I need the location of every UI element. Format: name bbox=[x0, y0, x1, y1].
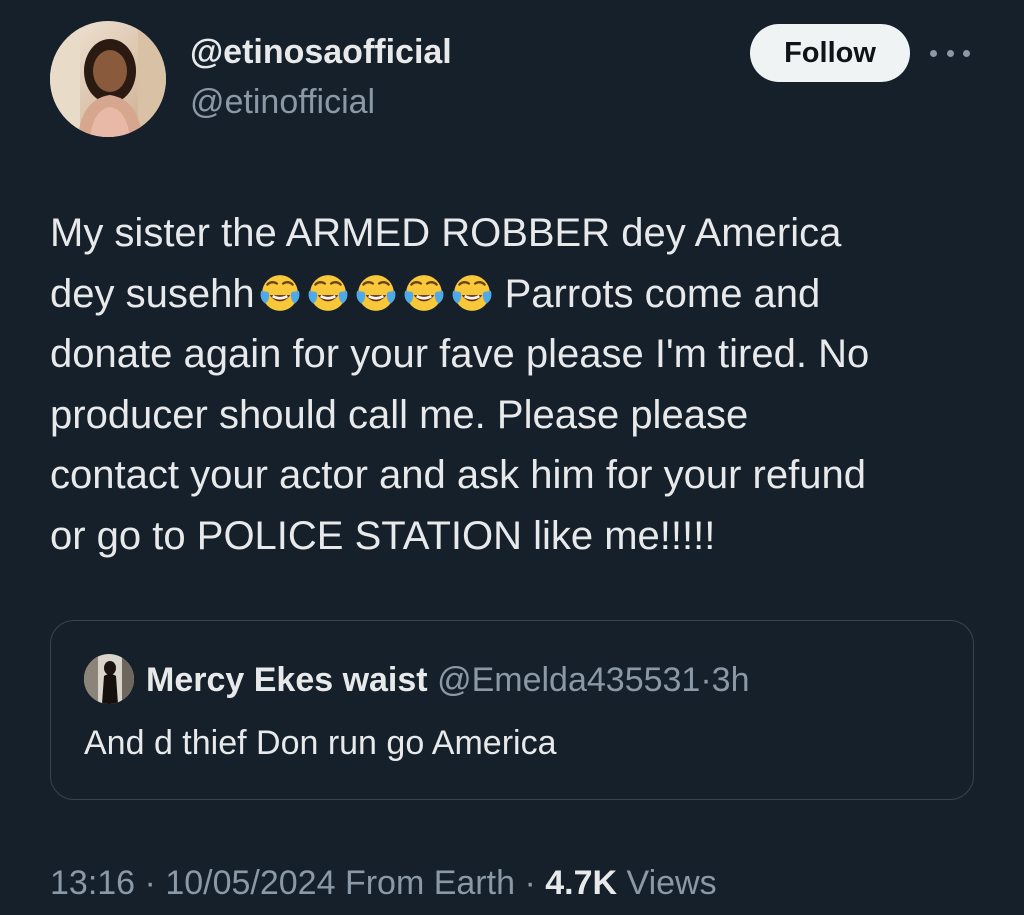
emoji-group bbox=[259, 272, 499, 316]
face-with-tears-of-joy-icon bbox=[308, 274, 348, 311]
tweet-line: My sister the ARMED ROBBER dey America bbox=[50, 211, 842, 255]
tweet-date[interactable]: 10/05/2024 bbox=[165, 864, 335, 902]
follow-button[interactable]: Follow bbox=[750, 24, 910, 82]
tweet-line: contact your actor and ask him for your … bbox=[50, 453, 866, 497]
separator: · bbox=[700, 661, 712, 699]
profile-photo-icon bbox=[84, 654, 134, 704]
separator: · bbox=[144, 864, 156, 902]
tweet-line: or go to POLICE STATION like me!!!!! bbox=[50, 513, 716, 558]
quote-author-avatar[interactable] bbox=[84, 654, 134, 704]
quote-timestamp[interactable]: 3h bbox=[712, 661, 750, 699]
more-options-icon[interactable] bbox=[930, 39, 970, 67]
author-avatar[interactable] bbox=[50, 21, 166, 137]
quote-header: Mercy Ekes waist @Emelda435531·3h bbox=[146, 658, 750, 702]
quote-author-name[interactable]: Mercy Ekes waist bbox=[146, 661, 428, 699]
face-with-tears-of-joy-icon bbox=[452, 274, 492, 311]
separator: · bbox=[524, 864, 536, 902]
dot bbox=[946, 49, 954, 57]
tweet-text: My sister the ARMED ROBBER dey America d… bbox=[50, 203, 990, 566]
author-display-name[interactable]: @etinosaofficial bbox=[190, 30, 452, 74]
views-label: Views bbox=[626, 864, 717, 902]
quote-author-handle[interactable]: @Emelda435531 bbox=[437, 661, 700, 699]
tweet-line: donate again for your fave please I'm ti… bbox=[50, 332, 870, 376]
tweet-meta: 13:16 · 10/05/2024 From Earth · 4.7K Vie… bbox=[50, 860, 717, 906]
tweet-line-segment: Parrots come and bbox=[504, 271, 821, 316]
quoted-tweet-card[interactable]: Mercy Ekes waist @Emelda435531·3h And d … bbox=[50, 620, 974, 800]
tweet-source: From Earth bbox=[344, 864, 515, 902]
author-handle[interactable]: @etinofficial bbox=[190, 80, 375, 124]
dot bbox=[930, 49, 937, 57]
views-count[interactable]: 4.7K bbox=[545, 864, 617, 902]
face-with-tears-of-joy-icon bbox=[260, 274, 300, 311]
profile-photo-icon bbox=[50, 21, 166, 137]
dot bbox=[963, 49, 970, 57]
quote-text: And d thief Don run go America bbox=[84, 724, 557, 762]
face-with-tears-of-joy-icon bbox=[404, 274, 444, 311]
face-with-tears-of-joy-icon bbox=[356, 274, 396, 311]
tweet-time[interactable]: 13:16 bbox=[50, 864, 135, 902]
tweet-line: producer should call me. Please please bbox=[50, 392, 749, 437]
tweet-line: dey susehh Parrots come and bbox=[50, 264, 990, 325]
tweet-line-segment: dey susehh bbox=[50, 271, 255, 316]
